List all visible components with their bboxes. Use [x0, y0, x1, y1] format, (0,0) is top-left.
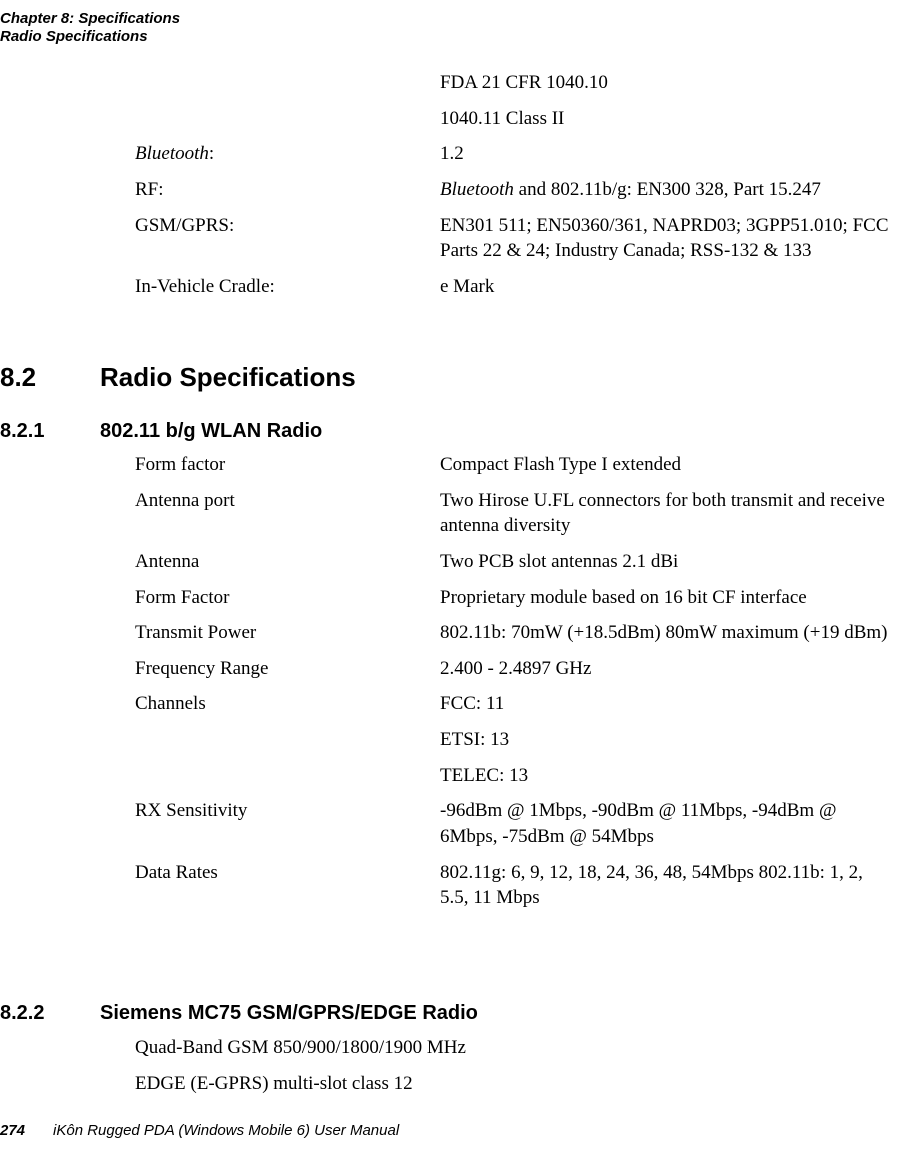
heading-8-2-title: Radio Specifications — [100, 360, 356, 395]
spec-label: Antenna port — [135, 488, 440, 514]
spec-val: FCC: 11 — [440, 691, 895, 717]
running-header-line1: Chapter 8: Specifications — [0, 10, 180, 28]
spec-val-bluetooth: 1.2 — [440, 141, 895, 167]
spec-val: TELEC: 13 — [440, 763, 895, 789]
heading-8-2-1-title: 802.11 b/g WLAN Radio — [100, 418, 322, 445]
spec-val: ETSI: 13 — [440, 727, 895, 753]
spec-val: 802.11b: 70mW (+18.5dBm) 80mW maximum (+… — [440, 620, 895, 646]
spec-val-cradle: e Mark — [440, 274, 895, 300]
spec-label: Frequency Range — [135, 656, 440, 682]
spec-val: 2.400 - 2.4897 GHz — [440, 656, 895, 682]
heading-8-2-2-number: 8.2.2 — [0, 1000, 44, 1027]
heading-8-2-2-title: Siemens MC75 GSM/GPRS/EDGE Radio — [100, 1000, 478, 1027]
heading-8-2-number: 8.2 — [0, 360, 36, 395]
spec-label: Transmit Power — [135, 620, 440, 646]
spec-val-gsm: EN301 511; EN50360/361, NAPRD03; 3GPP51.… — [440, 213, 895, 264]
spec-val-rf: Bluetooth and 802.11b/g: EN300 328, Part… — [440, 177, 895, 203]
sec-8-2-2-body: Quad-Band GSM 850/900/1800/1900 MHz EDGE… — [135, 1035, 895, 1106]
spec-label: Channels — [135, 691, 440, 717]
spec-val: 802.11g: 6, 9, 12, 18, 24, 36, 48, 54Mbp… — [440, 860, 895, 911]
heading-8-2-1-number: 8.2.1 — [0, 418, 44, 445]
page-footer: 274 iKôn Rugged PDA (Windows Mobile 6) Us… — [0, 1121, 399, 1141]
spec-val: Proprietary module based on 16 bit CF in… — [440, 585, 895, 611]
running-header: Chapter 8: Specifications Radio Specific… — [0, 10, 180, 46]
sec-8-2-1-body: Form factor Compact Flash Type I extende… — [135, 452, 895, 921]
spec-label-cradle: In-Vehicle Cradle: — [135, 274, 440, 300]
spec-val-fda1: FDA 21 CFR 1040.10 — [440, 70, 895, 96]
spec-val-rf-italic: Bluetooth — [440, 179, 514, 200]
spec-label: Antenna — [135, 549, 440, 575]
spec-val: Two Hirose U.FL connectors for both tran… — [440, 488, 895, 539]
spec-label: Data Rates — [135, 860, 440, 886]
running-header-line2: Radio Specifications — [0, 28, 180, 46]
sec-8-2-2-line2: EDGE (E-GPRS) multi-slot class 12 — [135, 1071, 413, 1097]
spec-val-fda2: 1040.11 Class II — [440, 106, 895, 132]
spec-label: Form Factor — [135, 585, 440, 611]
top-spec-block: FDA 21 CFR 1040.10 1040.11 Class II Blue… — [135, 70, 895, 309]
spec-label-rf: RF: — [135, 177, 440, 203]
spec-val-rf-rest: and 802.11b/g: EN300 328, Part 15.247 — [514, 179, 821, 200]
spec-label-bluetooth-italic: Bluetooth — [135, 143, 209, 164]
spec-label-gsm: GSM/GPRS: — [135, 213, 440, 239]
sec-8-2-2-line1: Quad-Band GSM 850/900/1800/1900 MHz — [135, 1035, 466, 1061]
spec-label: Form factor — [135, 452, 440, 478]
spec-val: Compact Flash Type I extended — [440, 452, 895, 478]
page-number: 274 — [0, 1122, 25, 1139]
spec-val: -96dBm @ 1Mbps, -90dBm @ 11Mbps, -94dBm … — [440, 798, 895, 849]
spec-label-bluetooth-colon: : — [209, 143, 214, 164]
spec-label-bluetooth: Bluetooth: — [135, 141, 440, 167]
spec-val: Two PCB slot antennas 2.1 dBi — [440, 549, 895, 575]
page-footer-title: iKôn Rugged PDA (Windows Mobile 6) User … — [53, 1122, 399, 1139]
spec-label: RX Sensitivity — [135, 798, 440, 824]
